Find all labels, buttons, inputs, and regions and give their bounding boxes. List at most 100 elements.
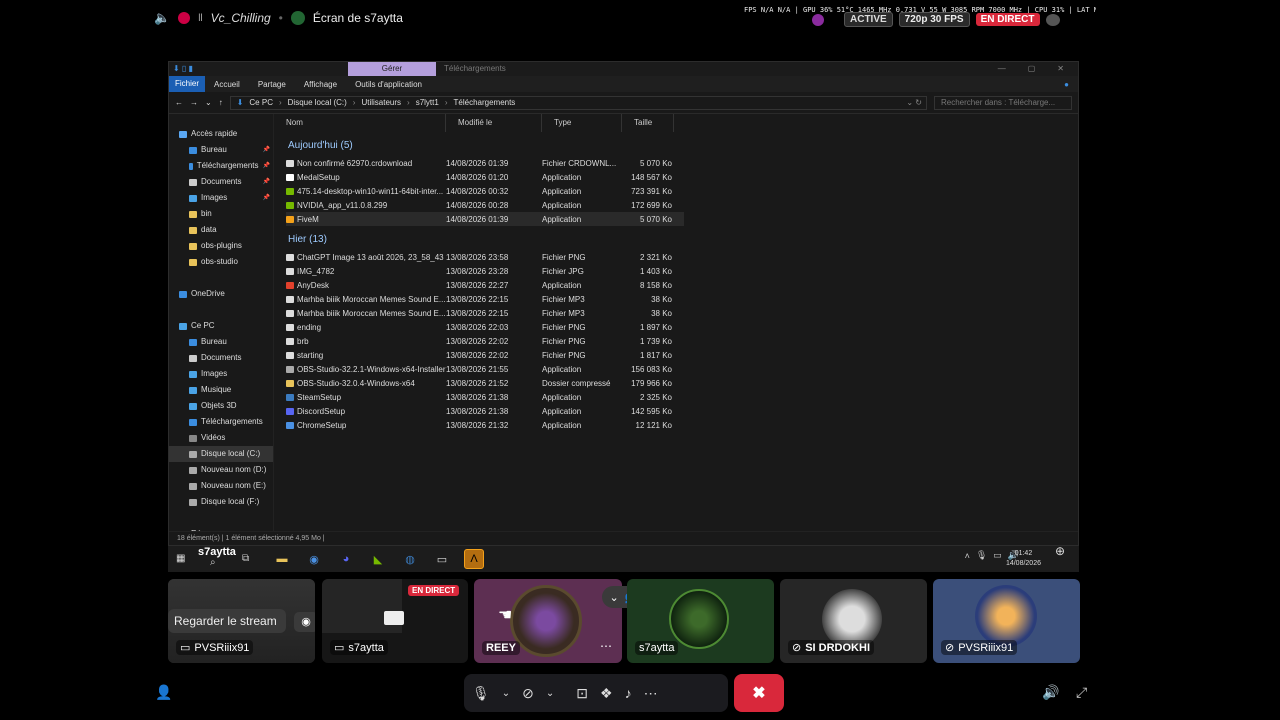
- column-type[interactable]: Type: [542, 114, 622, 132]
- nav-item[interactable]: OneDrive: [169, 286, 273, 302]
- ribbon-tab-accueil[interactable]: Accueil: [205, 80, 249, 89]
- speaker-icon[interactable]: 🔈: [154, 10, 170, 26]
- participant-tile-1[interactable]: Regarder le stream ◉ ▭ PVSRiiix91: [168, 579, 315, 663]
- nav-item[interactable]: Images: [169, 366, 273, 382]
- nav-item[interactable]: Nouveau nom (D:): [169, 462, 273, 478]
- nav-item[interactable]: data: [169, 222, 273, 238]
- file-row[interactable]: ChatGPT Image 13 août 2026, 23_58_43 13/0…: [286, 250, 684, 264]
- file-row[interactable]: Non confirmé 62970.crdownload 14/08/2026 …: [286, 156, 684, 170]
- participant-tile-3[interactable]: ☚ ⋯ REEY: [474, 579, 622, 663]
- quick-access-toolbar-icon[interactable]: ⬇ ▯ ▮: [173, 64, 193, 73]
- file-row[interactable]: MedalSetup 14/08/2026 01:20 Application 148…: [286, 170, 684, 184]
- nav-item[interactable]: Téléchargements 📌: [169, 158, 273, 174]
- breadcrumb-item[interactable]: Téléchargements: [454, 98, 516, 107]
- ribbon-tab-affichage[interactable]: Affichage: [295, 80, 346, 89]
- task-view-icon[interactable]: ⧉: [242, 553, 249, 564]
- watch-stream-button[interactable]: Regarder le stream: [168, 609, 286, 633]
- group-header[interactable]: Hier (13): [288, 234, 327, 245]
- nvidia-icon[interactable]: ◣: [368, 549, 388, 569]
- minimize-icon[interactable]: —: [998, 62, 1006, 76]
- back-icon[interactable]: ←: [175, 98, 183, 107]
- nav-item[interactable]: Documents: [169, 350, 273, 366]
- file-row[interactable]: Marhba biiik Moroccan Memes Sound E... 13…: [286, 292, 684, 306]
- participant-tile-2[interactable]: EN DIRECT ▭ s7aytta: [322, 579, 468, 663]
- breadcrumb-item[interactable]: Disque local (C:): [288, 98, 347, 107]
- ribbon-tab-outils[interactable]: Outils d'application: [346, 80, 431, 89]
- nav-item[interactable]: Nouveau nom (E:): [169, 478, 273, 494]
- ribbon-tab-partage[interactable]: Partage: [249, 80, 295, 89]
- file-row[interactable]: AnyDesk 13/08/2026 22:27 Application 8 158 …: [286, 278, 684, 292]
- nav-item[interactable]: bin: [169, 206, 273, 222]
- nav-item[interactable]: Objets 3D: [169, 398, 273, 414]
- nav-item[interactable]: Disque local (F:): [169, 494, 273, 510]
- nav-item[interactable]: Ce PC: [169, 318, 273, 334]
- breadcrumb-item[interactable]: Utilisateurs: [361, 98, 401, 107]
- activities-icon[interactable]: ❖: [600, 685, 613, 702]
- volume-icon[interactable]: 🔊: [1042, 684, 1059, 701]
- breadcrumb-item[interactable]: s7lytt1: [416, 98, 439, 107]
- file-row[interactable]: Marhba biiik Moroccan Memes Sound E... 13…: [286, 306, 684, 320]
- file-row[interactable]: ChromeSetup 13/08/2026 21:32 Application 12…: [286, 418, 684, 432]
- participant-tile-4[interactable]: s7aytta: [627, 579, 774, 663]
- more-options-icon[interactable]: ⋯: [644, 685, 658, 702]
- discord-icon[interactable]: ◕: [336, 549, 356, 569]
- chat-bubble-icon[interactable]: [1045, 13, 1060, 26]
- nav-item[interactable]: obs-plugins: [169, 238, 273, 254]
- nav-item[interactable]: Documents 📌: [169, 174, 273, 190]
- soundboard-icon[interactable]: ♪: [625, 685, 632, 701]
- file-row[interactable]: OBS-Studio-32.2.1-Windows-x64-Installer 1…: [286, 362, 684, 376]
- channel-name[interactable]: Vc_Chilling: [211, 11, 271, 25]
- start-icon[interactable]: ▦: [176, 553, 185, 564]
- file-row[interactable]: starting 13/08/2026 22:02 Fichier PNG 1 817…: [286, 348, 684, 362]
- breadcrumb[interactable]: ⬇ Ce PC › Disque local (C:) › Utilisateurs…: [229, 95, 927, 110]
- file-row[interactable]: NVIDIA_app_v11.0.8.299 14/08/2026 00:28 Ap…: [286, 198, 684, 212]
- file-row[interactable]: DiscordSetup 13/08/2026 21:38 Application 1…: [286, 404, 684, 418]
- file-row[interactable]: FiveM 14/08/2026 01:39 Application 5 070 Ko: [286, 212, 684, 226]
- pin-icon[interactable]: 📌: [263, 174, 270, 190]
- help-icon[interactable]: ●: [1055, 80, 1078, 89]
- search-input[interactable]: Rechercher dans : Télécharge...: [934, 95, 1072, 110]
- close-icon[interactable]: ✕: [1057, 62, 1064, 76]
- tile-3-menu-icon[interactable]: ⋯: [600, 639, 612, 653]
- maximize-icon[interactable]: ▢: [1028, 62, 1036, 76]
- network-icon[interactable]: ▭: [993, 550, 1002, 561]
- camera-off-icon[interactable]: ⊘: [522, 685, 534, 702]
- pin-icon[interactable]: 📌: [263, 190, 270, 206]
- add-person-icon[interactable]: 👤: [155, 684, 172, 701]
- medal-icon[interactable]: ▭: [432, 549, 452, 569]
- participant-tile-5[interactable]: ⊘ SI DRDOKHI: [780, 579, 927, 663]
- breadcrumb-item[interactable]: Ce PC: [249, 98, 273, 107]
- file-row[interactable]: 475.14-desktop-win10-win11-64bit-inter..…: [286, 184, 684, 198]
- nav-item[interactable]: Vidéos: [169, 430, 273, 446]
- nav-item[interactable]: Bureau: [169, 334, 273, 350]
- pin-icon[interactable]: 📌: [263, 158, 270, 174]
- stream-eye-icon[interactable]: ◉: [294, 612, 315, 632]
- file-row[interactable]: IMG_4782 13/08/2026 23:28 Fichier JPG 1 403…: [286, 264, 684, 278]
- microphone-icon[interactable]: 🎙: [976, 550, 987, 561]
- nav-item[interactable]: Musique: [169, 382, 273, 398]
- forward-icon[interactable]: →: [190, 98, 198, 107]
- pin-icon[interactable]: 📌: [263, 142, 270, 158]
- group-header[interactable]: Aujourd'hui (5): [288, 140, 353, 151]
- participant-tile-6[interactable]: ⊘ PVSRiiix91: [933, 579, 1080, 663]
- file-explorer-icon[interactable]: ▬: [272, 549, 292, 569]
- microphone-icon[interactable]: 🎙: [472, 685, 490, 702]
- camera-options-chevron-icon[interactable]: ⌄: [546, 688, 554, 699]
- steam-icon[interactable]: ◍: [400, 549, 420, 569]
- nav-item[interactable]: Accès rapide: [169, 126, 273, 142]
- file-row[interactable]: OBS-Studio-32.0.4-Windows-x64 13/08/2026 …: [286, 376, 684, 390]
- fullscreen-icon[interactable]: ⤢: [1076, 684, 1087, 701]
- file-row[interactable]: SteamSetup 13/08/2026 21:38 Application 2 3…: [286, 390, 684, 404]
- recent-icon[interactable]: ⌄: [205, 98, 212, 107]
- screen-share-icon[interactable]: ⊡: [576, 685, 588, 702]
- nav-item[interactable]: Images 📌: [169, 190, 273, 206]
- tray-chevron-icon[interactable]: ˄: [965, 551, 970, 561]
- zoom-icon[interactable]: ⊕: [1055, 544, 1065, 558]
- manage-tab[interactable]: Gérer: [348, 62, 436, 76]
- nav-item[interactable]: Disque local (C:): [169, 446, 273, 462]
- nav-item[interactable]: obs-studio: [169, 254, 273, 270]
- ribbon-tab-fichier[interactable]: Fichier: [169, 76, 206, 92]
- clock[interactable]: 01:42 14/08/2026: [1006, 549, 1041, 569]
- column-name[interactable]: Nom: [274, 114, 446, 132]
- nav-item[interactable]: Bureau 📌: [169, 142, 273, 158]
